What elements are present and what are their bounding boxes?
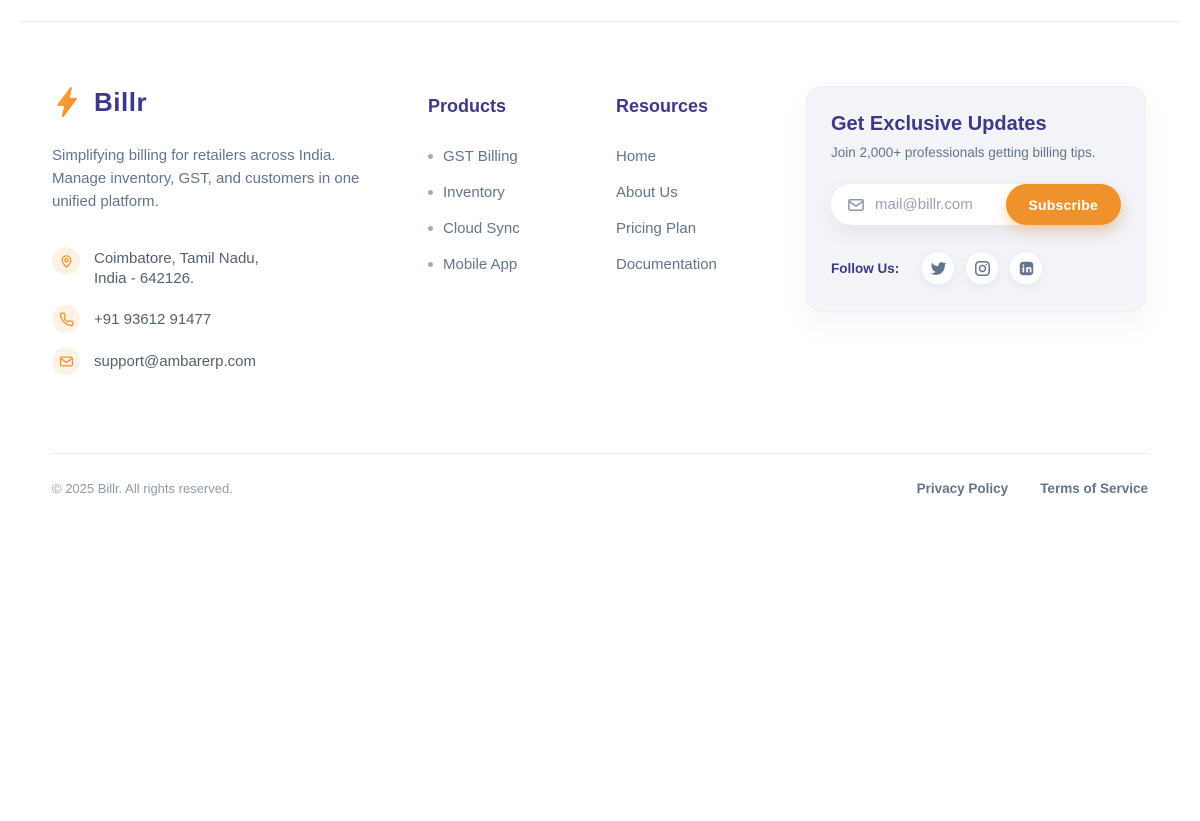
legal-links: Privacy Policy Terms of Service [917, 481, 1148, 496]
contact-email-text: support@ambarerp.com [94, 352, 256, 372]
resources-link-home[interactable]: Home [616, 145, 806, 168]
products-link-label[interactable]: GST Billing [443, 145, 518, 168]
contact-list: Coimbatore, Tamil Nadu, India - 642126. … [52, 249, 428, 375]
bullet-dot-icon [428, 262, 433, 267]
resources-link-label[interactable]: About Us [616, 181, 678, 204]
products-link-label[interactable]: Cloud Sync [443, 217, 520, 240]
bullet-dot-icon [428, 226, 433, 231]
follow-us-label: Follow Us: [831, 261, 899, 276]
footer: Billr Simplifying billing for retailers … [0, 22, 1200, 516]
terms-of-service-link[interactable]: Terms of Service [1040, 481, 1148, 496]
resources-link-label[interactable]: Pricing Plan [616, 217, 696, 240]
privacy-policy-link[interactable]: Privacy Policy [917, 481, 1009, 496]
location-pin-icon [52, 247, 80, 275]
lightning-bolt-icon [52, 86, 84, 118]
newsletter-card: Get Exclusive Updates Join 2,000+ profes… [806, 86, 1146, 312]
contact-location-text: Coimbatore, Tamil Nadu, India - 642126. [94, 249, 259, 289]
bottom-bar: © 2025 Billr. All rights reserved. Priva… [52, 454, 1148, 516]
products-link-gst-billing[interactable]: GST Billing [428, 145, 616, 168]
bullet-dot-icon [428, 190, 433, 195]
brand-logo: Billr [52, 86, 428, 118]
brand-column: Billr Simplifying billing for retailers … [52, 86, 428, 391]
products-column: Products GST Billing Inventory Cloud Syn… [428, 86, 616, 289]
resources-link-pricing-plan[interactable]: Pricing Plan [616, 217, 806, 240]
phone-icon [52, 305, 80, 333]
contact-location: Coimbatore, Tamil Nadu, India - 642126. [52, 249, 428, 289]
newsletter-title: Get Exclusive Updates [831, 113, 1121, 136]
resources-link-label[interactable]: Home [616, 145, 656, 168]
subscribe-button[interactable]: Subscribe [1006, 184, 1122, 225]
instagram-button[interactable] [965, 251, 999, 285]
twitter-icon [930, 260, 947, 277]
newsletter-subtitle: Join 2,000+ professionals getting billin… [831, 145, 1121, 160]
resources-heading: Resources [616, 96, 806, 117]
contact-phone: +91 93612 91477 [52, 307, 428, 333]
resources-link-about-us[interactable]: About Us [616, 181, 806, 204]
linkedin-icon [1018, 260, 1035, 277]
instagram-icon [974, 260, 991, 277]
twitter-button[interactable] [921, 251, 955, 285]
contact-phone-text: +91 93612 91477 [94, 310, 211, 330]
products-link-cloud-sync[interactable]: Cloud Sync [428, 217, 616, 240]
brand-description: Simplifying billing for retailers across… [52, 144, 382, 213]
bullet-dot-icon [428, 154, 433, 159]
resources-link-label[interactable]: Documentation [616, 253, 717, 276]
products-link-label[interactable]: Mobile App [443, 253, 517, 276]
contact-email: support@ambarerp.com [52, 349, 428, 375]
follow-row: Follow Us: [831, 251, 1121, 285]
resources-links: Home About Us Pricing Plan Documentation [616, 145, 806, 276]
products-link-label[interactable]: Inventory [443, 181, 505, 204]
resources-link-documentation[interactable]: Documentation [616, 253, 806, 276]
products-link-mobile-app[interactable]: Mobile App [428, 253, 616, 276]
brand-name: Billr [94, 87, 147, 118]
products-heading: Products [428, 96, 616, 117]
mail-icon [847, 196, 865, 214]
copyright-text: © 2025 Billr. All rights reserved. [52, 481, 233, 496]
footer-main: Billr Simplifying billing for retailers … [52, 86, 1148, 391]
products-links: GST Billing Inventory Cloud Sync Mobile … [428, 145, 616, 276]
envelope-icon [52, 347, 80, 375]
subscribe-form: Subscribe [831, 184, 1121, 225]
resources-column: Resources Home About Us Pricing Plan Doc… [616, 86, 806, 289]
linkedin-button[interactable] [1009, 251, 1043, 285]
products-link-inventory[interactable]: Inventory [428, 181, 616, 204]
